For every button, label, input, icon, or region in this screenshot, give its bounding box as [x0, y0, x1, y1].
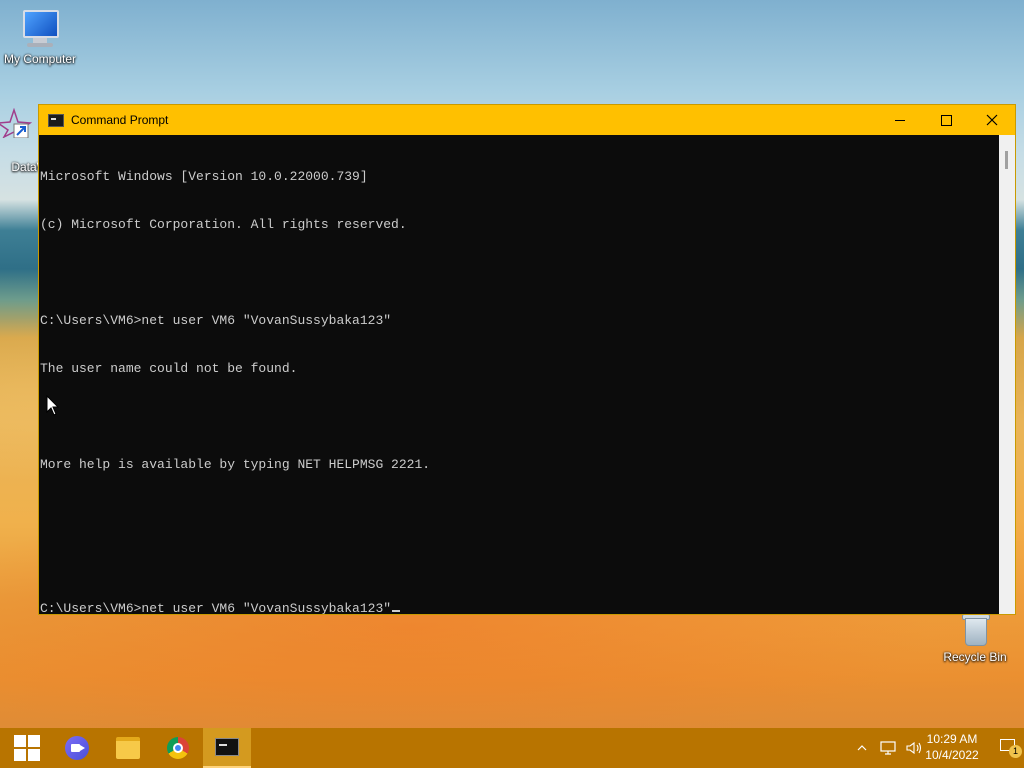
meet-button[interactable] [53, 728, 101, 768]
console-output[interactable]: Microsoft Windows [Version 10.0.22000.73… [39, 135, 1000, 614]
file-explorer-button[interactable] [104, 728, 152, 768]
command-prompt-icon [48, 113, 64, 127]
window-titlebar[interactable]: Command Prompt [39, 105, 1015, 135]
network-icon [880, 741, 896, 755]
console-current-command: C:\Users\VM6>net user VM6 "VovanSussybak… [40, 601, 392, 614]
action-center-button[interactable]: 1 [1000, 739, 1022, 758]
minimize-button[interactable] [877, 105, 923, 135]
command-prompt-button[interactable] [203, 728, 251, 768]
console-line: (c) Microsoft Corporation. All rights re… [40, 217, 407, 232]
console-line: C:\Users\VM6>net user VM6 "VovanSussybak… [40, 313, 392, 328]
scrollbar-thumb[interactable] [1005, 151, 1008, 169]
chevron-up-icon [857, 745, 867, 751]
start-button[interactable] [3, 728, 51, 768]
window-title: Command Prompt [71, 113, 169, 127]
command-prompt-icon [215, 738, 239, 756]
taskbar: 10:29 AM 10/4/2022 1 [0, 728, 1024, 768]
network-button[interactable] [878, 728, 900, 768]
computer-icon [19, 8, 61, 50]
desktop-icon-label: My Computer [3, 52, 77, 66]
close-button[interactable] [969, 105, 1015, 135]
recycle-bin-icon [957, 612, 993, 648]
clock-date: 10/4/2022 [925, 748, 979, 762]
command-prompt-window[interactable]: Command Prompt Microsoft Windows [Versio… [38, 104, 1016, 615]
maximize-icon [940, 114, 952, 126]
windows-logo-icon [14, 735, 40, 761]
vertical-scrollbar[interactable] [999, 135, 1015, 614]
console-input-line[interactable]: C:\Users\VM6>net user VM6 "VovanSussybak… [40, 601, 1000, 614]
minimize-icon [895, 119, 905, 121]
console-line: More help is available by typing NET HEL… [40, 457, 431, 472]
text-cursor [392, 610, 401, 612]
folder-icon [116, 737, 140, 759]
desktop-icon-recycle-bin[interactable]: Recycle Bin [935, 612, 1015, 664]
console-line: The user name could not be found. [40, 361, 298, 376]
desktop-icon-my-computer[interactable]: My Computer [0, 8, 80, 66]
show-hidden-icons-button[interactable] [854, 728, 870, 768]
chrome-icon [167, 737, 189, 759]
clock-time: 10:29 AM [926, 732, 978, 746]
desktop-icon-label: Recycle Bin [943, 650, 1007, 664]
notification-badge: 1 [1009, 745, 1022, 758]
mouse-pointer-icon [46, 395, 60, 416]
video-camera-icon [65, 736, 89, 760]
close-icon [986, 114, 998, 126]
maximize-button[interactable] [923, 105, 969, 135]
clock[interactable]: 10:29 AM 10/4/2022 [922, 731, 982, 763]
dataw-app-icon [0, 107, 33, 158]
console-line: Microsoft Windows [Version 10.0.22000.73… [40, 169, 368, 184]
chrome-button[interactable] [154, 728, 202, 768]
